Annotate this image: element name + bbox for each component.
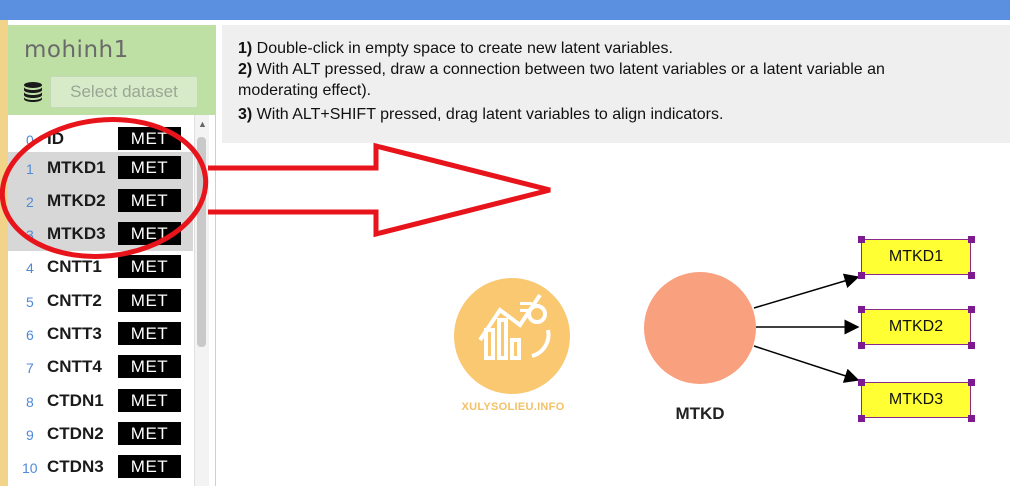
window-top-bar [0,0,1010,20]
variable-scale-tag[interactable]: MET [118,156,181,179]
latent-variable-label: MTKD [675,404,725,423]
indicator-mtkd2[interactable]: MTKD2 [861,309,971,345]
variable-scale-tag[interactable]: MET [118,289,181,312]
variable-name: MTKD2 [47,191,106,210]
selection-handle[interactable] [858,379,865,386]
variable-name: MTKD3 [47,224,106,243]
variable-name: CTDN3 [47,457,104,476]
help-panel: 1) Double-click in empty space to create… [222,25,1010,143]
variable-name: CNTT1 [47,257,102,276]
variable-row[interactable]: 5 CNTT2 MET [8,285,193,318]
selection-handle[interactable] [858,236,865,243]
variable-index: 2 [26,194,34,210]
variable-name: CNTT3 [47,324,102,343]
variable-name: ID [47,129,64,148]
selection-handle[interactable] [968,272,975,279]
variable-row[interactable]: 6 CNTT3 MET [8,318,193,351]
variable-scale-tag[interactable]: MET [118,422,181,445]
variable-scale-tag[interactable]: MET [118,322,181,345]
selection-handle[interactable] [968,306,975,313]
variable-scale-tag[interactable]: MET [118,255,181,278]
variable-list: 0 ID MET 1 MTKD1 MET 2 MTKD2 MET 3 MTKD3 MET 4 CNTT1 M… [8,119,193,486]
variable-row[interactable]: 2 MTKD2 MET [8,185,193,218]
variable-index: 7 [26,360,34,376]
selection-handle[interactable] [968,379,975,386]
variable-row[interactable]: 8 CTDN1 MET [8,385,193,418]
project-sidebar: mohinh1 Select dataset 0 ID MET 1 MTKD1 MET 2 M… [8,25,216,486]
help-line-2: 2) With ALT pressed, draw a connection b… [238,61,885,78]
variable-name: MTKD1 [47,158,106,177]
variable-row[interactable]: 4 CNTT1 MET [8,251,193,284]
project-title: mohinh1 [24,37,129,63]
variable-row[interactable]: 10 CTDN3 MET [8,451,193,484]
variable-name: CTDN2 [47,424,104,443]
indicator-mtkd3[interactable]: MTKD3 [861,382,971,418]
selection-handle[interactable] [968,236,975,243]
selection-handle[interactable] [858,272,865,279]
indicator-mtkd1[interactable]: MTKD1 [861,239,971,275]
variable-index: 5 [26,294,34,310]
variable-index: 6 [26,327,34,343]
variable-scale-tag[interactable]: MET [118,222,181,245]
variable-name: CTDN1 [47,391,104,410]
variable-index: 9 [26,427,34,443]
selection-handle[interactable] [968,342,975,349]
variable-scale-tag[interactable]: MET [118,455,181,478]
variable-name: CNTT4 [47,357,102,376]
variable-index: 3 [26,227,34,243]
scroll-thumb[interactable] [197,137,206,347]
variable-index: 1 [26,161,34,177]
selection-handle[interactable] [858,342,865,349]
select-dataset-button[interactable]: Select dataset [50,76,198,108]
variable-scale-tag[interactable]: MET [118,389,181,412]
variable-index: 10 [22,460,38,476]
variable-row[interactable]: 9 CTDN2 MET [8,418,193,451]
variable-scale-tag[interactable]: MET [118,127,181,150]
selection-handle[interactable] [858,306,865,313]
help-line-1: 1) Double-click in empty space to create… [238,40,673,57]
variable-index: 8 [26,394,34,410]
watermark-text: XULYSOLIEU.INFO [461,401,565,413]
variable-list-scrollbar[interactable]: ▲ [194,115,209,486]
database-icon [24,82,42,102]
variable-index: 4 [26,260,34,276]
variable-index: 0 [26,132,34,148]
variable-scale-tag[interactable]: MET [118,355,181,378]
variable-name: CNTT2 [47,291,102,310]
project-header: mohinh1 Select dataset [8,25,215,115]
left-edge-strip [0,20,8,486]
variable-row[interactable]: 3 MTKD3 MET [8,218,193,251]
scroll-up-arrow-icon[interactable]: ▲ [198,119,207,129]
selection-handle[interactable] [858,415,865,422]
selection-handle[interactable] [968,415,975,422]
help-line-3: moderating effect). [238,82,372,99]
help-line-4: 3) With ALT+SHIFT pressed, drag latent v… [238,106,724,123]
variable-scale-tag[interactable]: MET [118,189,181,212]
variable-row[interactable]: 1 MTKD1 MET [8,152,193,185]
variable-row[interactable]: 7 CNTT4 MET [8,351,193,384]
